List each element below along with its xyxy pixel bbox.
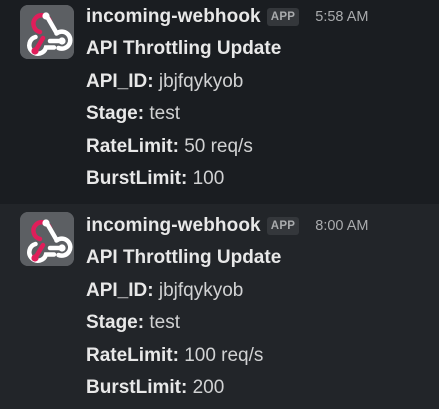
field-label: RateLimit (86, 344, 173, 366)
field-value: 100 req/s (184, 344, 264, 366)
field-stage: Stage: test (86, 307, 429, 340)
message-header: incoming-webhook APP 5:58 AM (86, 4, 368, 30)
field-value: jbjfqykyob (158, 279, 244, 301)
field-colon: : (181, 377, 188, 398)
field-value: test (149, 103, 180, 124)
field-colon: : (137, 103, 145, 124)
field-label: BurstLimit (86, 377, 181, 398)
field-colon: : (181, 168, 188, 189)
field-api-id: API_ID: jbjfqykyob (86, 66, 429, 99)
field-burst-limit: BurstLimit: 100 (86, 163, 429, 196)
message-body: API Throttling Update API_ID: jbjfqykyob… (86, 242, 429, 405)
field-api-id: API_ID: jbjfqykyob (86, 275, 429, 308)
field-rate-limit: RateLimit: 50 req/s (86, 131, 429, 164)
app-badge: APP (266, 217, 300, 235)
field-colon: : (172, 344, 179, 366)
field-value: jbjfqykyob (158, 70, 244, 92)
webhook-avatar-icon[interactable] (20, 212, 74, 266)
field-colon: : (137, 312, 145, 333)
app-badge: APP (266, 8, 300, 26)
field-colon: : (147, 279, 154, 301)
field-label: RateLimit (86, 135, 173, 157)
field-label: Stage (86, 103, 138, 124)
field-label: API_ID (86, 70, 148, 92)
field-stage: Stage: test (86, 98, 429, 131)
field-label: BurstLimit (86, 168, 181, 189)
field-value: 100 (192, 168, 225, 189)
message-body: API Throttling Update API_ID: jbjfqykyob… (86, 33, 429, 196)
message-title: API Throttling Update (86, 38, 282, 59)
sender-name[interactable]: incoming-webhook (86, 215, 261, 237)
message-header: incoming-webhook APP 8:00 AM (86, 213, 368, 239)
message[interactable]: incoming-webhook APP 5:58 AM API Throttl… (0, 0, 439, 204)
field-label: Stage (86, 312, 138, 333)
field-burst-limit: BurstLimit: 200 (86, 372, 429, 405)
timestamp[interactable]: 5:58 AM (315, 9, 368, 25)
field-rate-limit: RateLimit: 100 req/s (86, 340, 429, 373)
message-title: API Throttling Update (86, 247, 282, 268)
field-value: test (149, 312, 180, 333)
message[interactable]: incoming-webhook APP 8:00 AM API Throttl… (0, 204, 439, 409)
webhook-avatar-icon[interactable] (20, 5, 74, 59)
sender-name[interactable]: incoming-webhook (86, 6, 261, 28)
field-label: API_ID (86, 279, 148, 301)
field-value: 50 req/s (184, 135, 253, 157)
timestamp[interactable]: 8:00 AM (315, 218, 368, 234)
field-value: 200 (192, 377, 225, 398)
field-colon: : (172, 135, 179, 157)
field-colon: : (147, 70, 154, 92)
